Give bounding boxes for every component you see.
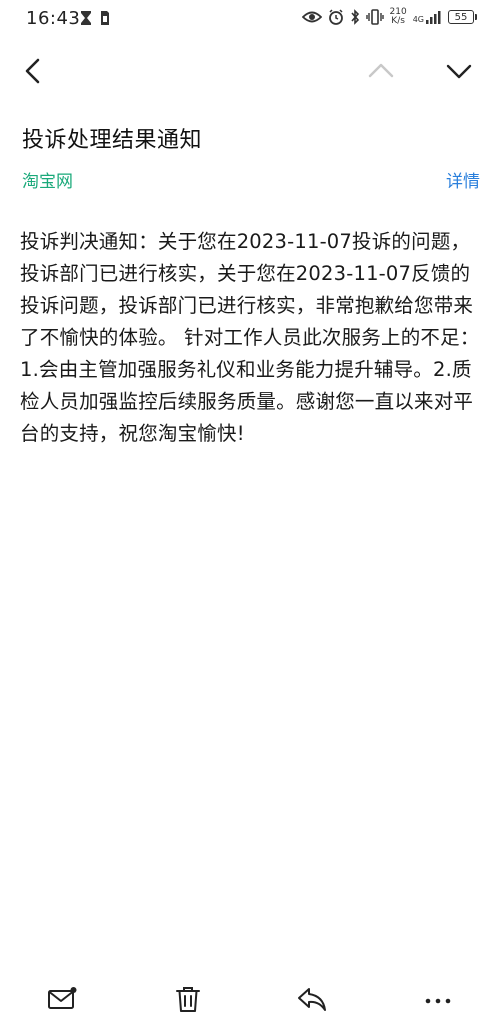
- network-speed-unit: K/s: [391, 16, 405, 26]
- status-right-icons: 210 K/s 4G 55: [301, 8, 477, 26]
- signal-label: 4G: [412, 15, 424, 24]
- status-time: 16:43: [26, 8, 81, 29]
- details-link[interactable]: 详情: [446, 167, 480, 192]
- vibrate-icon: [365, 9, 384, 25]
- mail-unread-icon[interactable]: [46, 983, 78, 1015]
- status-bar: 16:43 210 K/s 4G 55: [0, 0, 500, 38]
- network-speed: 210 K/s: [390, 8, 407, 26]
- bluetooth-icon: [350, 9, 360, 25]
- eye-icon: [301, 10, 322, 24]
- chevron-left-icon[interactable]: [18, 56, 48, 86]
- trash-icon[interactable]: [172, 983, 204, 1015]
- bottom-toolbar: [0, 969, 500, 1025]
- reply-icon[interactable]: [296, 983, 328, 1015]
- message-title: 投诉处理结果通知: [22, 128, 203, 153]
- chevron-down-icon[interactable]: [444, 56, 474, 86]
- message-body: 投诉判决通知：关于您在2023-11-07投诉的问题，投诉部门已进行核实，关于您…: [20, 230, 480, 445]
- sim-card-icon: [100, 10, 110, 26]
- alarm-icon: [328, 9, 344, 25]
- top-nav: [0, 46, 500, 96]
- battery-indicator: 55: [448, 10, 477, 24]
- message-sender[interactable]: 淘宝网: [22, 167, 73, 192]
- more-icon[interactable]: [422, 983, 454, 1015]
- hourglass-icon: [80, 10, 92, 26]
- chevron-up-icon[interactable]: [366, 56, 396, 86]
- status-left-icons: [80, 10, 110, 26]
- signal-icon: 4G: [413, 10, 442, 24]
